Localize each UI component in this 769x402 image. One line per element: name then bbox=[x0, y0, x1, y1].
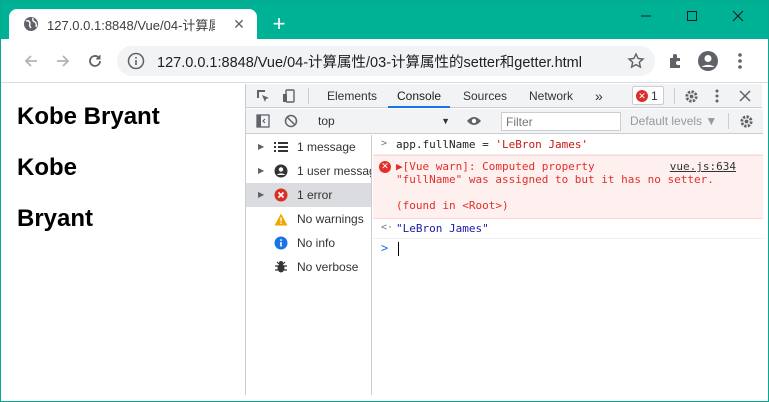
browser-toolbar: 127.0.0.1:8848/Vue/04-计算属性/03-计算属性的sette… bbox=[1, 39, 768, 83]
close-window-button[interactable] bbox=[715, 5, 761, 27]
tab-network[interactable]: Network bbox=[520, 84, 582, 108]
more-tabs-button[interactable]: » bbox=[586, 84, 612, 108]
bookmark-star-icon[interactable] bbox=[627, 52, 645, 70]
expand-arrow-icon: ▶ bbox=[258, 190, 265, 199]
info-icon bbox=[273, 235, 289, 251]
browser-window: 127.0.0.1:8848/Vue/04-计算属性/03-计算属性的sette… bbox=[0, 0, 769, 402]
error-icon: ✕ bbox=[379, 161, 391, 173]
tab-close-icon[interactable]: ✕ bbox=[231, 16, 247, 32]
console-result-line: <· "LeBron James" bbox=[373, 219, 763, 239]
list-icon bbox=[273, 139, 289, 155]
avatar-icon bbox=[698, 51, 718, 71]
error-source-link[interactable]: vue.js:634 bbox=[670, 160, 736, 173]
result-prefix: <· bbox=[381, 222, 394, 233]
forward-arrow-icon bbox=[57, 55, 70, 67]
log-levels-dropdown[interactable]: Default levels ▼ bbox=[630, 112, 717, 131]
settings-gear-icon[interactable] bbox=[682, 87, 700, 105]
kebab-menu-icon bbox=[738, 53, 742, 69]
warning-icon bbox=[273, 211, 289, 227]
profile-button[interactable] bbox=[697, 50, 719, 72]
new-tab-button[interactable]: + bbox=[267, 13, 291, 37]
input-prefix: > bbox=[381, 138, 388, 149]
sidebar-item-user-messages[interactable]: ▶ 1 user messages bbox=[246, 159, 371, 183]
sidebar-toggle-icon[interactable] bbox=[255, 113, 271, 129]
page-content: Kobe Bryant Kobe Bryant bbox=[1, 84, 245, 394]
sidebar-item-verbose[interactable]: No verbose bbox=[246, 255, 371, 279]
expand-arrow-icon: ▶ bbox=[258, 166, 265, 175]
last-name-heading: Bryant bbox=[17, 205, 94, 232]
minimize-button[interactable] bbox=[623, 5, 669, 27]
extensions-button[interactable] bbox=[665, 50, 687, 72]
context-selector[interactable]: top ▼ bbox=[318, 112, 452, 131]
tab-title: 127.0.0.1:8848/Vue/04-计算属性/03-计算属性的sette… bbox=[47, 17, 215, 33]
console-input-line: > app.fullName = 'LeBron James' bbox=[373, 135, 763, 155]
bug-icon bbox=[273, 259, 289, 275]
error-icon bbox=[273, 187, 289, 203]
sidebar-item-errors[interactable]: ▶ 1 error bbox=[246, 183, 371, 207]
address-bar[interactable]: 127.0.0.1:8848/Vue/04-计算属性/03-计算属性的sette… bbox=[117, 46, 655, 76]
input-string: 'LeBron James' bbox=[495, 138, 589, 151]
url-text: 127.0.0.1:8848/Vue/04-计算属性/03-计算属性的sette… bbox=[157, 54, 582, 71]
site-info-icon[interactable] bbox=[127, 52, 145, 70]
tab-elements[interactable]: Elements bbox=[318, 84, 386, 108]
first-name-heading: Kobe bbox=[17, 154, 77, 181]
user-icon bbox=[273, 163, 289, 179]
devtools-tab-bar: Elements Console Sources Network » ✕ 1 bbox=[246, 84, 762, 108]
console-error-message[interactable]: ✕ vue.js:634 ▶[Vue warn]: Computed prope… bbox=[373, 155, 763, 219]
prompt-chevron-icon: > bbox=[381, 241, 389, 255]
sidebar-item-messages[interactable]: ▶ 1 message bbox=[246, 135, 371, 159]
error-icon: ✕ bbox=[636, 89, 648, 102]
inspect-element-icon[interactable] bbox=[254, 87, 272, 105]
console-prompt[interactable]: > bbox=[373, 239, 763, 259]
browser-menu-button[interactable] bbox=[729, 50, 751, 72]
error-count-badge[interactable]: ✕ 1 bbox=[632, 86, 664, 105]
error-count: 1 bbox=[651, 88, 658, 103]
error-text-line-2: "fullName" was assigned to but it has no… bbox=[396, 173, 714, 186]
globe-icon bbox=[24, 17, 38, 31]
context-value: top bbox=[318, 114, 335, 128]
filter-input[interactable] bbox=[501, 112, 621, 131]
result-value: "LeBron James" bbox=[396, 222, 489, 235]
back-button[interactable] bbox=[21, 51, 41, 71]
console-toolbar: top ▼ Default levels ▼ bbox=[246, 109, 763, 134]
back-arrow-icon bbox=[24, 55, 37, 67]
devtools-menu-icon[interactable] bbox=[708, 87, 726, 105]
tab-sources[interactable]: Sources bbox=[454, 84, 516, 108]
live-expression-eye-icon[interactable] bbox=[466, 113, 482, 129]
sidebar-item-info[interactable]: No info bbox=[246, 231, 371, 255]
chevron-down-icon: ▼ bbox=[441, 116, 450, 126]
input-code: app.fullName = bbox=[396, 138, 496, 151]
devtools-panel: Elements Console Sources Network » ✕ 1 t… bbox=[245, 84, 763, 395]
title-bar: 127.0.0.1:8848/Vue/04-计算属性/03-计算属性的sette… bbox=[1, 1, 768, 39]
clear-console-icon[interactable] bbox=[283, 113, 299, 129]
sidebar-item-warnings[interactable]: No warnings bbox=[246, 207, 371, 231]
console-output: > app.fullName = 'LeBron James' ✕ vue.js… bbox=[373, 135, 763, 395]
error-text-line-3: (found in <Root>) bbox=[396, 199, 509, 212]
browser-tab[interactable]: 127.0.0.1:8848/Vue/04-计算属性/03-计算属性的sette… bbox=[9, 9, 257, 39]
console-sidebar: ▶ 1 message ▶ 1 user messages ▶ 1 error … bbox=[246, 135, 372, 395]
forward-button[interactable] bbox=[53, 51, 73, 71]
close-devtools-icon[interactable] bbox=[736, 87, 754, 105]
maximize-button[interactable] bbox=[669, 5, 715, 27]
device-toolbar-icon[interactable] bbox=[280, 87, 298, 105]
tab-console[interactable]: Console bbox=[388, 84, 451, 108]
console-settings-gear-icon[interactable] bbox=[738, 113, 754, 129]
expand-arrow-icon: ▶ bbox=[258, 142, 265, 151]
reload-icon bbox=[89, 55, 101, 67]
text-caret bbox=[398, 242, 399, 256]
reload-button[interactable] bbox=[85, 51, 105, 71]
puzzle-icon bbox=[670, 54, 680, 68]
full-name-heading: Kobe Bryant bbox=[17, 103, 160, 130]
